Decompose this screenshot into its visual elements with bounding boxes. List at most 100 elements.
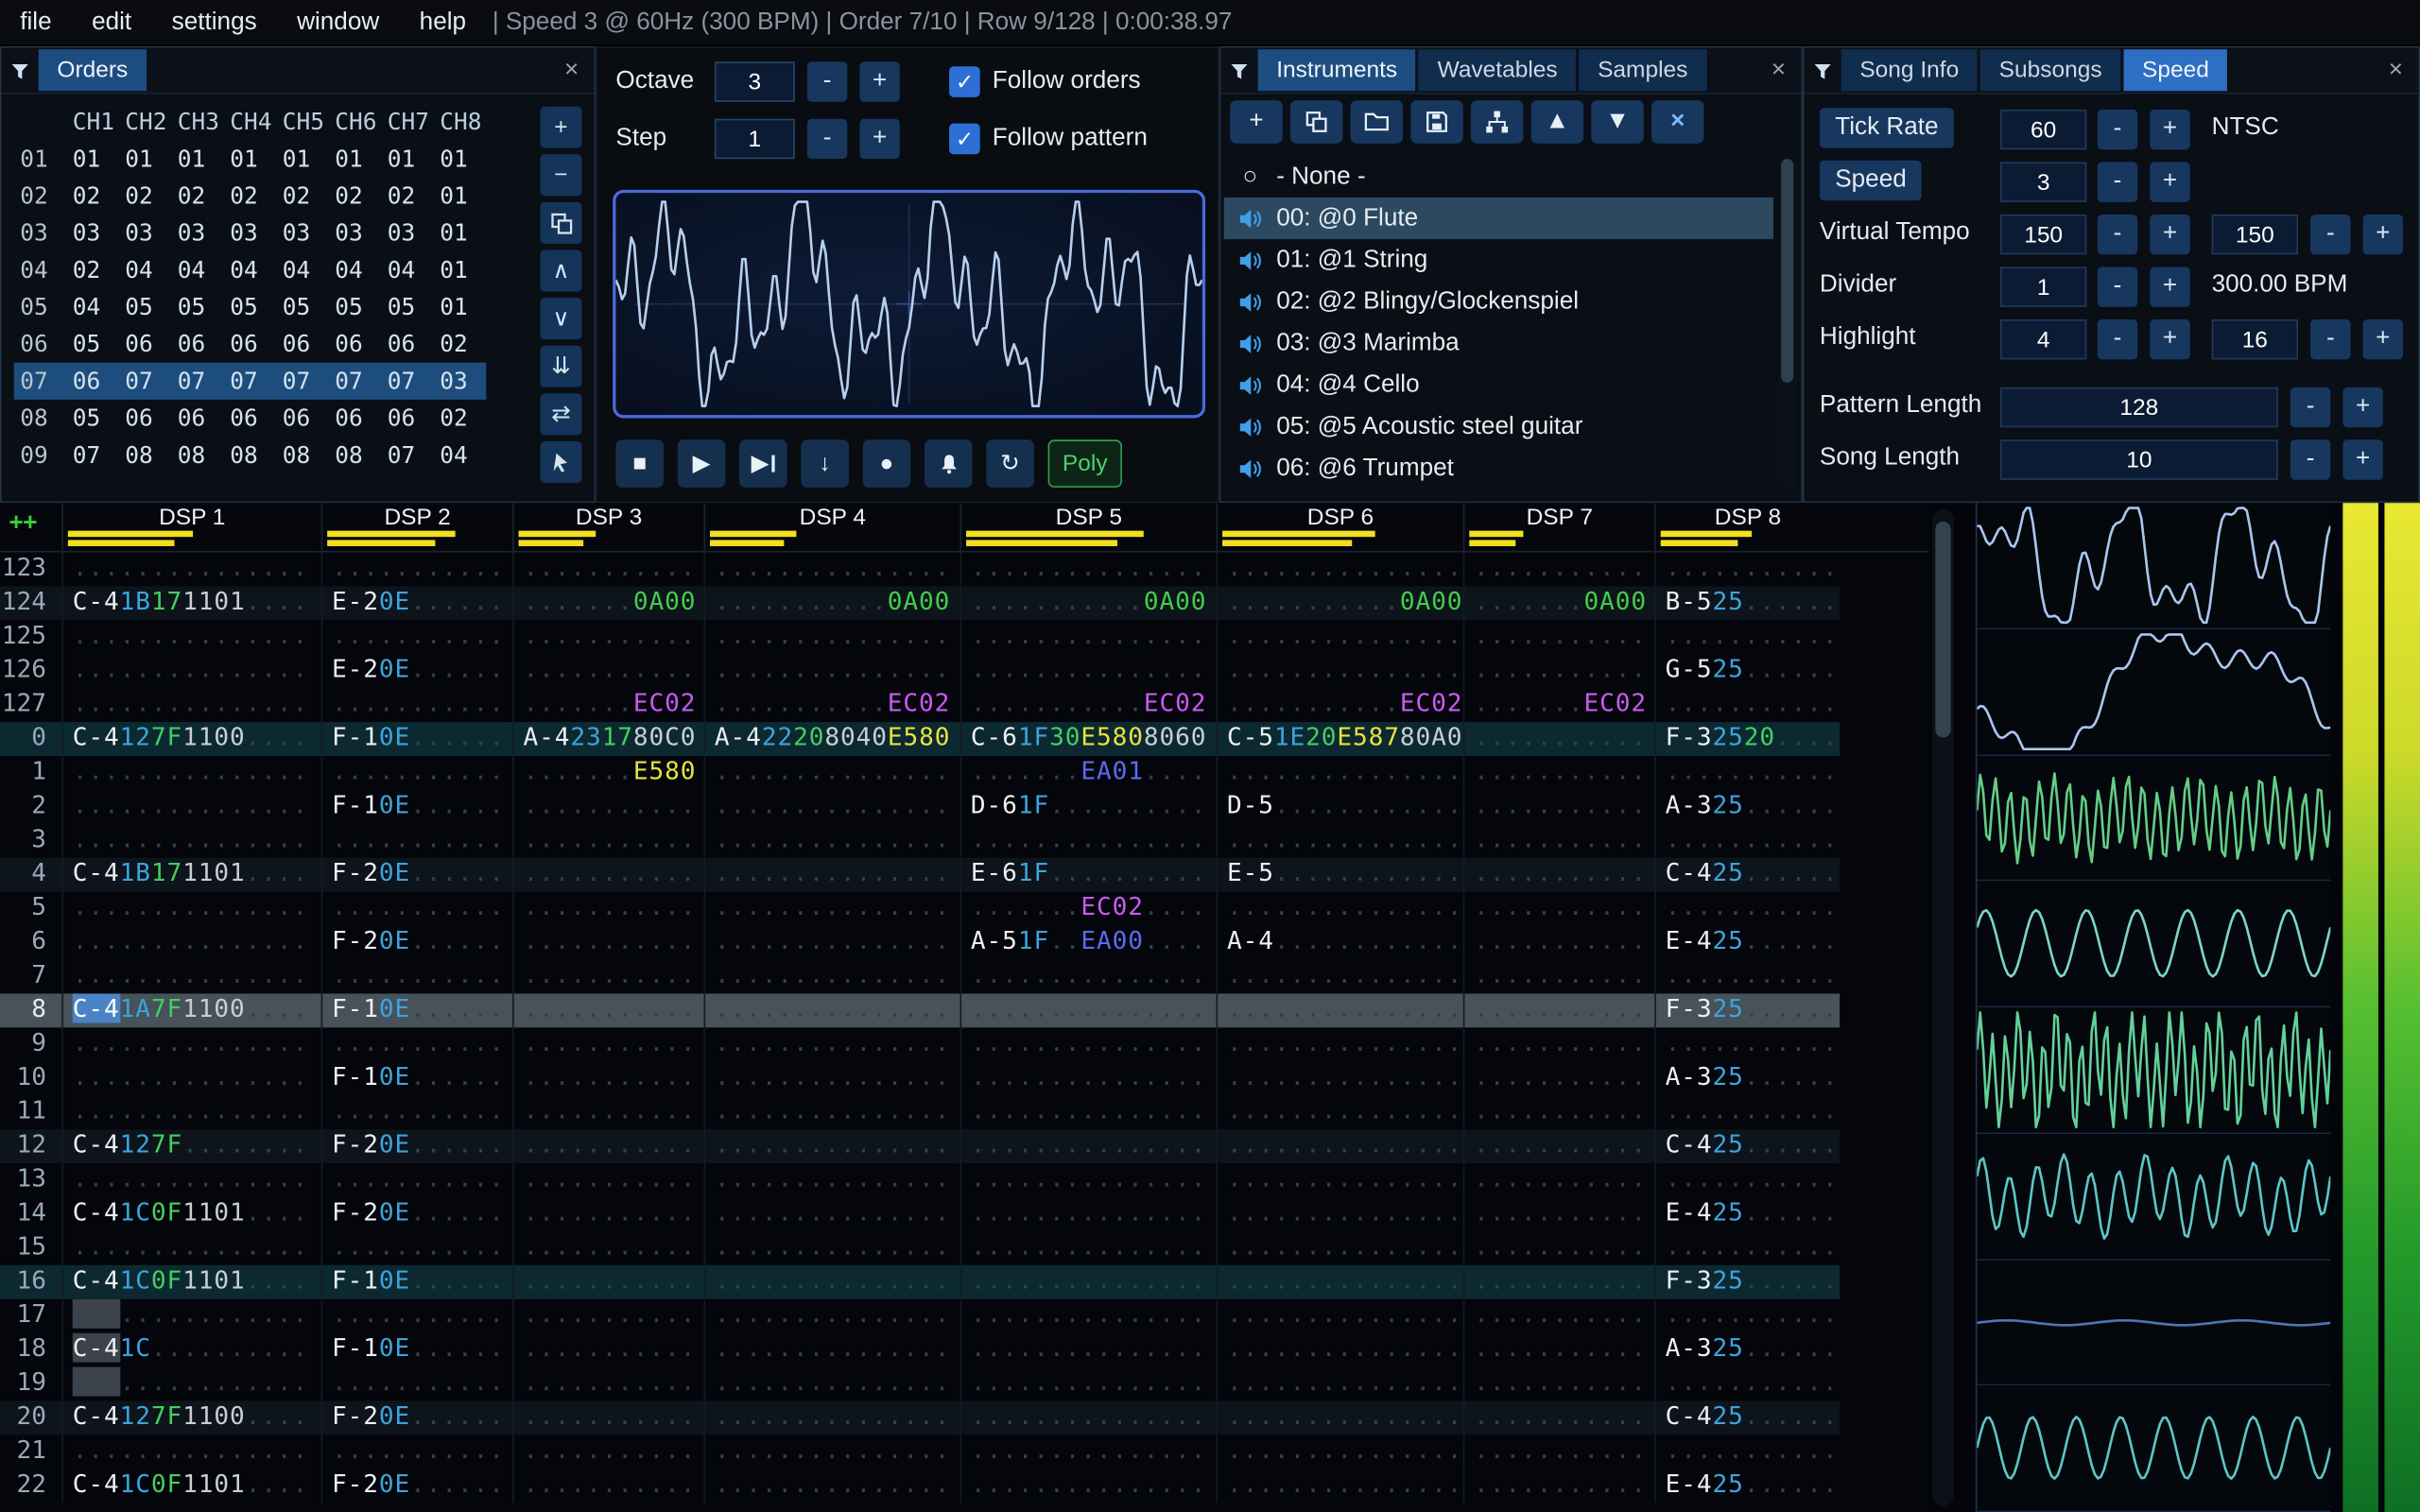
orders-row-07[interactable]: 07 06 07 07 07 07 07 07 03 xyxy=(13,362,487,400)
order-remove-button[interactable]: − xyxy=(540,154,582,197)
pattern-cell[interactable]: C-425...... xyxy=(1654,1129,1840,1164)
pattern-cell[interactable]: ............... xyxy=(959,959,1217,994)
orders-row-06[interactable]: 06 05 06 06 06 06 06 06 02 xyxy=(14,325,487,362)
order-value[interactable]: 08 xyxy=(276,437,329,473)
instruments-scrollbar[interactable] xyxy=(1777,155,1797,492)
pattern-cell[interactable]: ............... xyxy=(959,823,1217,858)
pattern-cell[interactable]: C-425...... xyxy=(1654,857,1840,892)
scrollbar-thumb[interactable] xyxy=(1781,159,1794,383)
menu-edit[interactable]: edit xyxy=(72,9,152,36)
order-value[interactable]: 05 xyxy=(66,325,119,362)
pattern-cell[interactable]: ........... xyxy=(320,688,512,723)
order-value[interactable]: 02 xyxy=(434,325,487,362)
pattern-cell[interactable]: ........... xyxy=(512,993,703,1028)
song-length-input[interactable]: 10 xyxy=(1999,439,2278,480)
pattern-cell[interactable]: ...........0A00 xyxy=(1216,586,1463,621)
pattern-cell[interactable]: ........... xyxy=(512,1129,703,1164)
pattern-cell[interactable]: ........... xyxy=(1462,1095,1654,1130)
highlight-decrease-button[interactable]: - xyxy=(2097,318,2138,360)
order-value[interactable]: 02 xyxy=(329,178,382,215)
pattern-cell[interactable]: ............... xyxy=(703,1435,959,1469)
pattern-cell[interactable]: ........... xyxy=(512,959,703,994)
pattern-cell[interactable]: E-20E...... xyxy=(320,654,512,689)
pattern-cell[interactable]: ............... xyxy=(61,1095,320,1130)
pattern-cell[interactable]: ............... xyxy=(1216,620,1463,655)
pattern-cell[interactable]: ........... xyxy=(1654,688,1840,723)
speed-label[interactable]: Speed xyxy=(1819,160,1923,201)
pattern-cell[interactable]: ............... xyxy=(1216,823,1463,858)
pattern-cell[interactable]: ............... xyxy=(703,1027,959,1062)
pattern-cell[interactable]: ............... xyxy=(703,1469,959,1503)
order-value[interactable]: 07 xyxy=(381,363,434,400)
pattern-cell[interactable]: ............... xyxy=(61,891,320,926)
pattern-cell[interactable]: A-325...... xyxy=(1654,789,1840,824)
pattern-cell[interactable]: ........... xyxy=(320,959,512,994)
highlight-input-2[interactable]: 16 xyxy=(2211,318,2299,360)
pattern-cell[interactable]: ............... xyxy=(61,1061,320,1096)
pattern-cell[interactable]: D-5............ xyxy=(1216,789,1463,824)
pattern-cell[interactable]: ........... xyxy=(1462,552,1654,587)
pattern-cell[interactable]: ............... xyxy=(959,654,1217,689)
order-value[interactable]: 06 xyxy=(329,325,382,362)
speed-decrease-button[interactable]: - xyxy=(2097,162,2138,202)
pattern-cell[interactable]: ...........EC02 xyxy=(1216,688,1463,723)
pattern-cell[interactable]: F-10E...... xyxy=(320,1264,512,1299)
orders-tab[interactable]: Orders xyxy=(38,49,147,92)
pattern-cell[interactable]: ........... xyxy=(1462,1366,1654,1401)
pattern-cell[interactable]: ............... xyxy=(959,1196,1217,1231)
pattern-cell[interactable]: ............... xyxy=(959,620,1217,655)
pattern-cell[interactable]: F-20E...... xyxy=(320,1129,512,1164)
pattern-cell[interactable]: ............... xyxy=(703,1298,959,1333)
pattern-length-input[interactable]: 128 xyxy=(1999,387,2278,428)
instrument-item-2[interactable]: 01: @1 String xyxy=(1224,239,1773,281)
pattern-cell[interactable]: ............... xyxy=(1216,1298,1463,1333)
pattern-cell[interactable]: ............... xyxy=(959,1469,1217,1503)
pattern-cell[interactable]: ............... xyxy=(61,1027,320,1062)
order-value[interactable]: 05 xyxy=(224,288,277,325)
orders-row-02[interactable]: 02 02 02 02 02 02 02 02 01 xyxy=(14,178,487,215)
pattern-cell[interactable]: ........... xyxy=(1462,891,1654,926)
pattern-cell[interactable]: ............... xyxy=(703,654,959,689)
pattern-cell[interactable]: C-41B171101.... xyxy=(61,857,320,892)
pattern-cell[interactable]: C-41C.......... xyxy=(61,1332,320,1367)
speed-input[interactable]: 3 xyxy=(1999,162,2087,202)
pattern-cell[interactable]: ........... xyxy=(512,1469,703,1503)
pattern-cell[interactable]: ........... xyxy=(320,1095,512,1130)
pattern-cell[interactable]: ........... xyxy=(512,1196,703,1231)
pattern-cell[interactable]: ........... xyxy=(1462,1469,1654,1503)
pattern-cell[interactable]: ............... xyxy=(703,1230,959,1265)
pattern-cell[interactable]: ........... xyxy=(512,1298,703,1333)
pattern-cell[interactable]: ............... xyxy=(1216,891,1463,926)
add-instrument-button[interactable]: + xyxy=(1230,100,1283,144)
order-value[interactable]: 01 xyxy=(224,141,277,178)
order-value[interactable]: 06 xyxy=(171,400,224,437)
pattern-cell[interactable]: A-4............ xyxy=(1216,925,1463,960)
pattern-cell[interactable]: ............... xyxy=(61,688,320,723)
funnel-icon[interactable] xyxy=(1220,60,1257,81)
pattern-cell[interactable]: ............... xyxy=(1216,1027,1463,1062)
pattern-cell[interactable]: ........... xyxy=(1654,1298,1840,1333)
order-value[interactable]: 01 xyxy=(119,141,172,178)
scrollbar-thumb[interactable] xyxy=(1935,521,1951,738)
pattern-cell[interactable]: ............... xyxy=(703,755,959,790)
pattern-cell[interactable]: ........... xyxy=(1462,1400,1654,1435)
order-value[interactable]: 01 xyxy=(66,141,119,178)
pattern-cell[interactable]: ............... xyxy=(1216,1230,1463,1265)
pattern-cell[interactable]: C-51E20E58780A0 xyxy=(1216,722,1463,756)
pattern-cell[interactable]: ........... xyxy=(512,789,703,824)
order-value[interactable]: 01 xyxy=(171,141,224,178)
virtual-tempo-decrease-button[interactable]: - xyxy=(2097,214,2138,255)
menu-help[interactable]: help xyxy=(399,9,486,36)
pattern-cell[interactable]: ............... xyxy=(703,620,959,655)
pattern-cell[interactable]: A-422208040E580 xyxy=(703,722,959,756)
channel-header-8[interactable]: DSP 8 xyxy=(1654,503,1840,551)
pattern-cell[interactable]: ........... xyxy=(1462,1230,1654,1265)
pattern-cell[interactable]: E-20E...... xyxy=(320,586,512,621)
channel-header-1[interactable]: DSP 1 xyxy=(61,503,320,551)
order-value[interactable]: 06 xyxy=(276,325,329,362)
order-value[interactable]: 07 xyxy=(119,363,172,400)
pattern-cell[interactable]: ............... xyxy=(1216,1196,1463,1231)
pattern-cell[interactable]: ........... xyxy=(1462,1129,1654,1164)
pattern-expand-buttons[interactable]: ++ xyxy=(0,503,61,551)
order-value[interactable]: 06 xyxy=(276,400,329,437)
